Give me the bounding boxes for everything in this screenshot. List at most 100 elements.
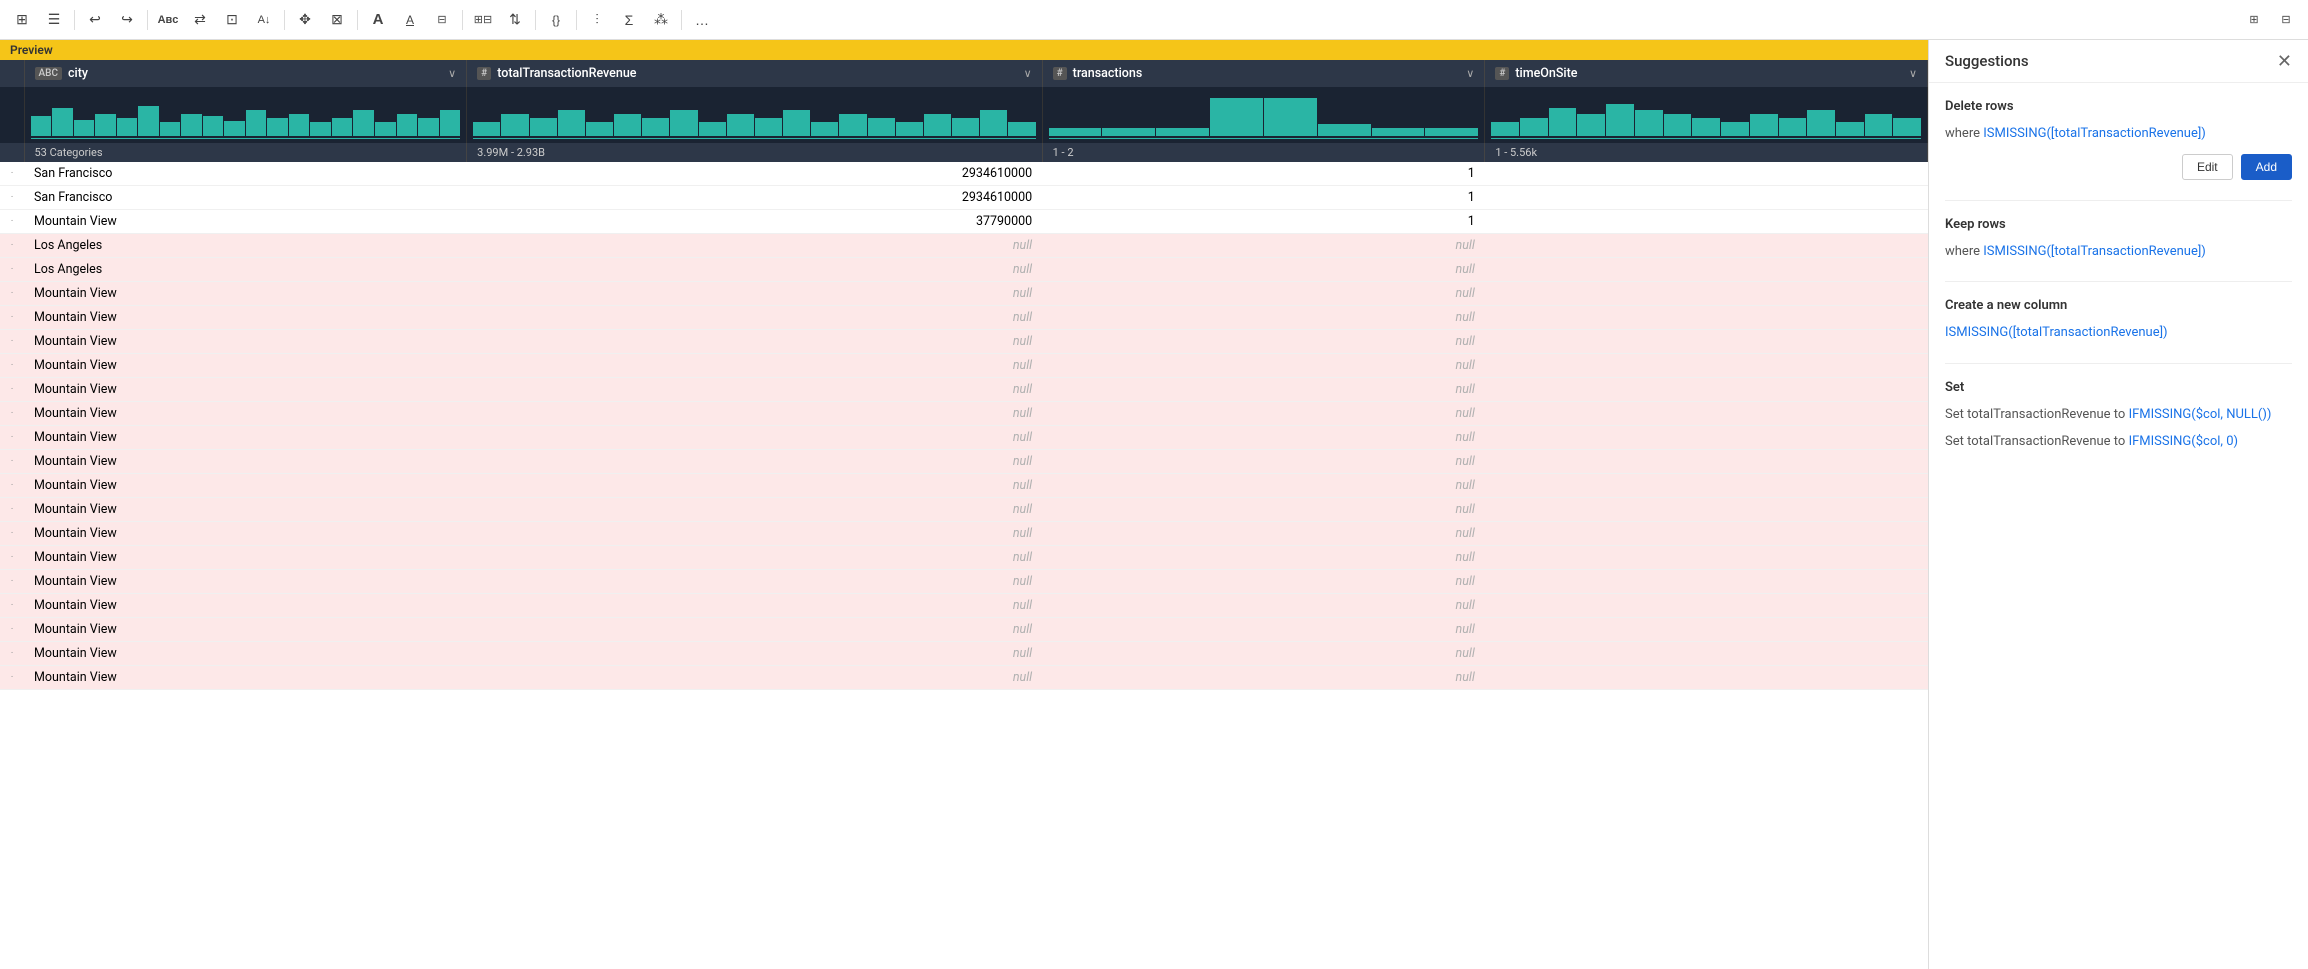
cell-timeonsite: [1485, 546, 1928, 570]
col-sort-city[interactable]: ∨: [448, 67, 456, 80]
row-indicator: ·: [0, 378, 24, 402]
table-container[interactable]: ABC city ∨ # totalTransactionRevenue ∨: [0, 60, 1928, 969]
table-row[interactable]: ·Mountain Viewnullnull: [0, 330, 1928, 354]
cell-revenue: null: [467, 546, 1042, 570]
stats-row: 53 Categories 3.99M - 2.93B 1 - 2 1 - 5.…: [0, 143, 1928, 162]
menu-icon[interactable]: ☰: [40, 6, 68, 34]
col-sort-timeonsite[interactable]: ∨: [1909, 67, 1917, 80]
bar: [267, 118, 288, 136]
cell-transactions: null: [1042, 258, 1485, 282]
undo-button[interactable]: ↩: [81, 6, 109, 34]
cell-revenue: null: [467, 618, 1042, 642]
bar: [1692, 118, 1720, 136]
table-row[interactable]: ·Mountain Viewnullnull: [0, 546, 1928, 570]
table-row[interactable]: ·Mountain Viewnullnull: [0, 666, 1928, 690]
table-row[interactable]: ·Mountain Viewnullnull: [0, 498, 1928, 522]
keep-rows-item: where ISMISSING([totalTransactionRevenue…: [1945, 242, 2292, 262]
code-button[interactable]: {}: [542, 6, 570, 34]
table-row[interactable]: ·Mountain Viewnullnull: [0, 618, 1928, 642]
extract-button[interactable]: ⊠: [323, 6, 351, 34]
aggregate-button[interactable]: Σ: [615, 6, 643, 34]
keep-rows-condition-link[interactable]: ISMISSING([totalTransactionRevenue]): [1983, 244, 2206, 259]
col-header-city[interactable]: ABC city ∨: [24, 60, 467, 87]
set-item-2-formula-link[interactable]: IFMISSING($col, 0): [2129, 434, 2238, 449]
table-row[interactable]: ·San Francisco29346100001: [0, 186, 1928, 210]
move-button[interactable]: ✥: [291, 6, 319, 34]
view-button[interactable]: ⊟: [2272, 6, 2300, 34]
cell-revenue: null: [467, 522, 1042, 546]
merge-button[interactable]: ⊟: [428, 6, 456, 34]
cell-timeonsite: [1485, 354, 1928, 378]
sort-button[interactable]: A↓: [250, 6, 278, 34]
table-row[interactable]: ·Mountain Viewnullnull: [0, 594, 1928, 618]
column-type-button[interactable]: Aʙc: [154, 6, 182, 34]
format-button[interactable]: A: [396, 6, 424, 34]
col-header-timeonsite[interactable]: # timeOnSite ∨: [1485, 60, 1928, 87]
suggestions-close-button[interactable]: ✕: [2277, 52, 2292, 70]
divider-3: [1945, 363, 2292, 364]
table-row[interactable]: ·Mountain Viewnullnull: [0, 402, 1928, 426]
text-button[interactable]: A: [364, 6, 392, 34]
column-options-button[interactable]: ⊞: [2240, 6, 2268, 34]
table-row[interactable]: ·Mountain Viewnullnull: [0, 474, 1928, 498]
col-type-transactions: #: [1053, 67, 1067, 80]
col-header-revenue[interactable]: # totalTransactionRevenue ∨: [467, 60, 1042, 87]
table-row[interactable]: ·Mountain Viewnullnull: [0, 642, 1928, 666]
cell-city: Mountain View: [24, 426, 467, 450]
bar: [289, 114, 310, 136]
cell-timeonsite: [1485, 642, 1928, 666]
transform-button[interactable]: ⇄: [186, 6, 214, 34]
delete-rows-add-button[interactable]: Add: [2241, 154, 2292, 180]
table-row[interactable]: ·Mountain Viewnullnull: [0, 282, 1928, 306]
cell-city: Mountain View: [24, 474, 467, 498]
row-indicator: ·: [0, 210, 24, 234]
bar: [1210, 98, 1263, 136]
delete-rows-item: where ISMISSING([totalTransactionRevenue…: [1945, 124, 2292, 144]
col-sort-transactions[interactable]: ∨: [1466, 67, 1474, 80]
cell-timeonsite: [1485, 666, 1928, 690]
toolbar-separator-1: [74, 10, 75, 30]
table-row[interactable]: ·Mountain Viewnullnull: [0, 450, 1928, 474]
preview-label: Preview: [0, 40, 1928, 60]
table-row[interactable]: ·Mountain Viewnullnull: [0, 522, 1928, 546]
create-column-formula-link[interactable]: ISMISSING([totalTransactionRevenue]): [1945, 325, 2168, 340]
col-header-transactions[interactable]: # transactions ∨: [1042, 60, 1485, 87]
table-row[interactable]: ·Mountain Viewnullnull: [0, 378, 1928, 402]
table-row[interactable]: ·Mountain Viewnullnull: [0, 354, 1928, 378]
split-button[interactable]: ⊞⊟: [469, 6, 497, 34]
set-item-1-formula-link[interactable]: IFMISSING($col, NULL()): [2129, 407, 2272, 422]
delete-rows-condition-link[interactable]: ISMISSING([totalTransactionRevenue]): [1983, 126, 2206, 141]
keep-rows-section: Keep rows where ISMISSING([totalTransact…: [1945, 217, 2292, 262]
row-indicator: ·: [0, 498, 24, 522]
table-row[interactable]: ·Mountain View377900001: [0, 210, 1928, 234]
create-column-item: ISMISSING([totalTransactionRevenue]): [1945, 323, 2292, 343]
cell-timeonsite: [1485, 234, 1928, 258]
more-button[interactable]: …: [688, 6, 716, 34]
filter-button[interactable]: ⫶: [583, 6, 611, 34]
delete-rows-title: Delete rows: [1945, 99, 2292, 114]
cell-revenue: null: [467, 282, 1042, 306]
bar: [1779, 118, 1807, 136]
align-button[interactable]: ⊡: [218, 6, 246, 34]
toolbar-separator-5: [462, 10, 463, 30]
delete-rows-where: where: [1945, 126, 1983, 141]
table-row[interactable]: ·Los Angelesnullnull: [0, 258, 1928, 282]
table-row[interactable]: ·Mountain Viewnullnull: [0, 426, 1928, 450]
bar: [642, 118, 669, 136]
table-row[interactable]: ·San Francisco29346100001: [0, 162, 1928, 186]
cluster-button[interactable]: ⁂: [647, 6, 675, 34]
cell-transactions: null: [1042, 354, 1485, 378]
chart-line-timeonsite: [1491, 138, 1921, 139]
delete-rows-edit-button[interactable]: Edit: [2182, 154, 2233, 180]
table-row[interactable]: ·Mountain Viewnullnull: [0, 306, 1928, 330]
col-sort-revenue[interactable]: ∨: [1024, 67, 1032, 80]
pivot-button[interactable]: ⇅: [501, 6, 529, 34]
grid-icon[interactable]: ⊞: [8, 6, 36, 34]
table-row[interactable]: ·Los Angelesnullnull: [0, 234, 1928, 258]
bar: [52, 108, 73, 136]
cell-timeonsite: [1485, 498, 1928, 522]
table-row[interactable]: ·Mountain Viewnullnull: [0, 570, 1928, 594]
redo-button[interactable]: ↪: [113, 6, 141, 34]
set-item-2-before: Set totalTransactionRevenue to: [1945, 434, 2129, 449]
cell-transactions: 1: [1042, 162, 1485, 186]
